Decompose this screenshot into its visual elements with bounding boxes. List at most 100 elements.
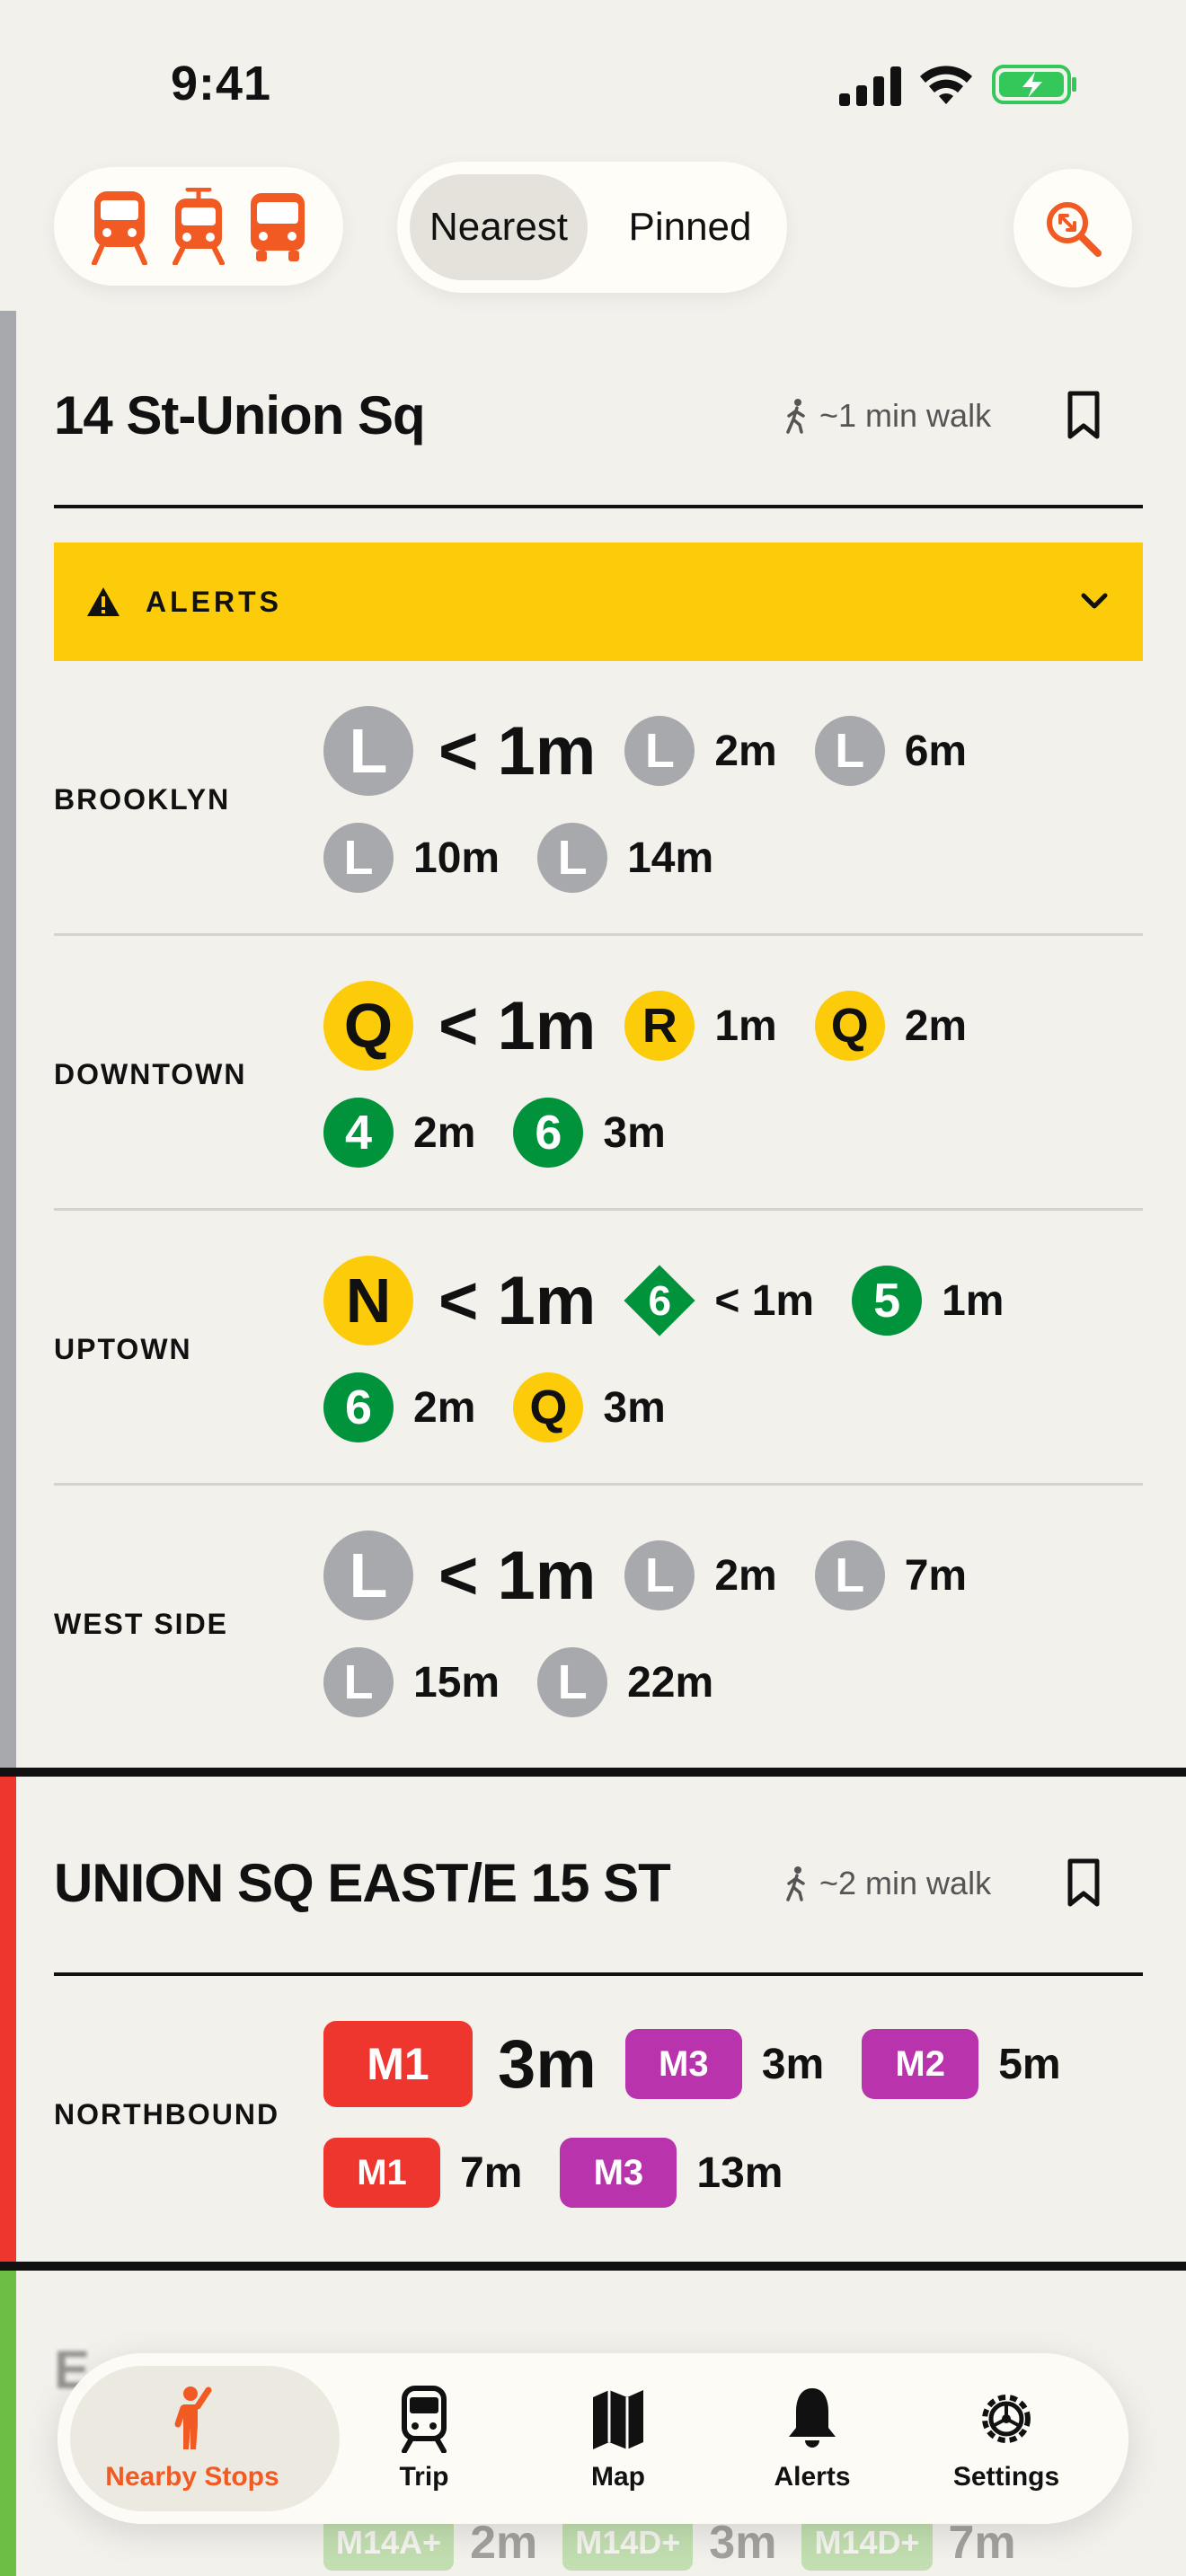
route-bullet[interactable]: L bbox=[624, 1540, 695, 1610]
tab-nearby-stops[interactable]: Nearby Stops bbox=[58, 2353, 327, 2524]
subway-icon[interactable] bbox=[89, 188, 150, 265]
arrival-time: 7m bbox=[904, 1551, 968, 1600]
route-bullet[interactable]: L bbox=[537, 823, 608, 893]
arrival-time: 15m bbox=[413, 1658, 500, 1707]
bell-icon bbox=[789, 2388, 836, 2448]
arrivals-row: M1 7m M3 13m bbox=[323, 2138, 820, 2208]
walk-time-text: ~2 min walk bbox=[819, 1865, 992, 1901]
bus-route-badge[interactable]: M3 bbox=[624, 2029, 742, 2099]
tab-alerts[interactable]: Alerts bbox=[715, 2353, 909, 2524]
segment-pinned[interactable]: Pinned bbox=[606, 174, 774, 280]
express-route-bullet[interactable]: 6 bbox=[624, 1266, 695, 1336]
tab-settings[interactable]: Settings bbox=[909, 2353, 1103, 2524]
arrival-time: 2m bbox=[470, 2517, 538, 2569]
gear-icon bbox=[982, 2395, 1031, 2443]
arrival-time: 1m bbox=[942, 1276, 1005, 1325]
zoom-expand-icon bbox=[1047, 202, 1102, 257]
arrival-time: 3m bbox=[603, 1108, 666, 1157]
route-bullet[interactable]: Q bbox=[814, 991, 885, 1061]
route-bullet[interactable]: 4 bbox=[323, 1098, 394, 1168]
arrivals-row: L 15m L 22m bbox=[323, 1647, 751, 1717]
tab-label: Trip bbox=[399, 2462, 449, 2492]
arrival-time: 2m bbox=[714, 727, 777, 775]
direction-divider bbox=[54, 1208, 1143, 1211]
direction-label: BROOKLYN bbox=[54, 783, 231, 816]
route-bullet[interactable]: 5 bbox=[852, 1266, 923, 1336]
walking-person-icon bbox=[786, 399, 805, 434]
route-bullet[interactable]: 6 bbox=[513, 1098, 584, 1168]
bookmark-icon[interactable] bbox=[1066, 390, 1102, 440]
stop-section-divider bbox=[0, 1768, 1186, 1777]
alerts-banner[interactable]: ALERTS bbox=[54, 543, 1143, 661]
status-bar: 9:41 bbox=[0, 0, 1186, 171]
route-bullet[interactable]: Q bbox=[513, 1372, 584, 1442]
arrival-time: 2m bbox=[714, 1551, 777, 1600]
stop-header-rule bbox=[54, 505, 1143, 508]
bus-route-badge[interactable]: M1 bbox=[323, 2138, 440, 2208]
status-time: 9:41 bbox=[171, 57, 272, 110]
tab-trip[interactable]: Trip bbox=[327, 2353, 521, 2524]
route-bullet[interactable]: 6 bbox=[323, 1372, 394, 1442]
arrival-time: 3m bbox=[761, 2040, 825, 2088]
arrival-time: < 1m bbox=[438, 987, 597, 1064]
arrival-time: 1m bbox=[714, 1001, 777, 1050]
stop-line-indicator bbox=[0, 311, 16, 1768]
stop-line-indicator bbox=[0, 2271, 16, 2576]
route-bullet[interactable]: L bbox=[814, 1540, 885, 1610]
bus-icon[interactable] bbox=[247, 188, 308, 265]
direction-divider bbox=[54, 1483, 1143, 1486]
arrivals-row: 6 2m Q 3m bbox=[323, 1372, 704, 1442]
arrival-time: < 1m bbox=[438, 1262, 597, 1339]
bus-route-badge[interactable]: M2 bbox=[862, 2029, 979, 2099]
segment-nearest[interactable]: Nearest bbox=[410, 174, 588, 280]
arrival-time: 7m bbox=[460, 2148, 523, 2197]
arrivals-row: N < 1m 6 < 1m 5 1m bbox=[323, 1256, 1041, 1345]
arrival-time: 10m bbox=[413, 834, 500, 882]
arrival-time: 7m bbox=[948, 2517, 1016, 2569]
arrival-time: 3m bbox=[498, 2025, 597, 2103]
stop-title: UNION SQ EAST/E 15 ST bbox=[54, 1853, 671, 1913]
person-icon bbox=[174, 2386, 212, 2449]
walk-time-text: ~1 min walk bbox=[819, 397, 992, 434]
warning-icon bbox=[87, 587, 119, 616]
arrival-time: 22m bbox=[627, 1658, 714, 1707]
route-bullet[interactable]: L bbox=[814, 716, 885, 786]
route-bullet[interactable]: L bbox=[323, 706, 413, 796]
walk-time: ~1 min walk bbox=[783, 397, 991, 435]
route-bullet[interactable]: L bbox=[323, 1531, 413, 1620]
arrival-time: 2m bbox=[413, 1108, 476, 1157]
zoom-button[interactable] bbox=[1013, 169, 1132, 287]
route-bullet[interactable]: L bbox=[624, 716, 695, 786]
route-bullet[interactable]: L bbox=[323, 1647, 394, 1717]
stop-title: 14 St-Union Sq bbox=[54, 385, 426, 446]
tab-map[interactable]: Map bbox=[521, 2353, 715, 2524]
arrival-time: 5m bbox=[998, 2040, 1061, 2088]
alerts-label: ALERTS bbox=[146, 585, 282, 618]
arrival-time: < 1m bbox=[714, 1276, 815, 1325]
wifi-icon bbox=[920, 66, 972, 104]
route-bullet[interactable]: R bbox=[624, 991, 695, 1061]
bus-route-badge[interactable]: M1 bbox=[323, 2021, 473, 2107]
direction-label: DOWNTOWN bbox=[54, 1058, 247, 1090]
arrival-time: 6m bbox=[904, 727, 968, 775]
bus-route-badge[interactable]: M3 bbox=[560, 2138, 677, 2208]
arrivals-row: 4 2m 6 3m bbox=[323, 1098, 704, 1168]
train-icon bbox=[402, 2386, 447, 2453]
tab-label: Settings bbox=[952, 2462, 1060, 2492]
stop-sort-segmented-control[interactable]: Nearest Pinned bbox=[397, 162, 787, 293]
battery-charging-icon bbox=[992, 65, 1076, 104]
express-route-label: 6 bbox=[648, 1277, 672, 1324]
route-bullet[interactable]: Q bbox=[323, 981, 413, 1071]
walking-person-icon bbox=[786, 1866, 805, 1901]
route-bullet[interactable]: L bbox=[323, 823, 394, 893]
route-bullet[interactable]: N bbox=[323, 1256, 413, 1345]
chevron-down-icon bbox=[1081, 593, 1108, 609]
direction-label: UPTOWN bbox=[54, 1333, 192, 1365]
route-bullet[interactable]: L bbox=[537, 1647, 608, 1717]
tram-icon[interactable] bbox=[168, 188, 229, 265]
direction-label: NORTHBOUND bbox=[54, 2098, 280, 2130]
stop-line-indicator bbox=[0, 1777, 16, 2263]
bookmark-icon[interactable] bbox=[1066, 1857, 1102, 1908]
direction-divider bbox=[54, 933, 1143, 936]
transit-mode-filter[interactable] bbox=[54, 167, 343, 286]
